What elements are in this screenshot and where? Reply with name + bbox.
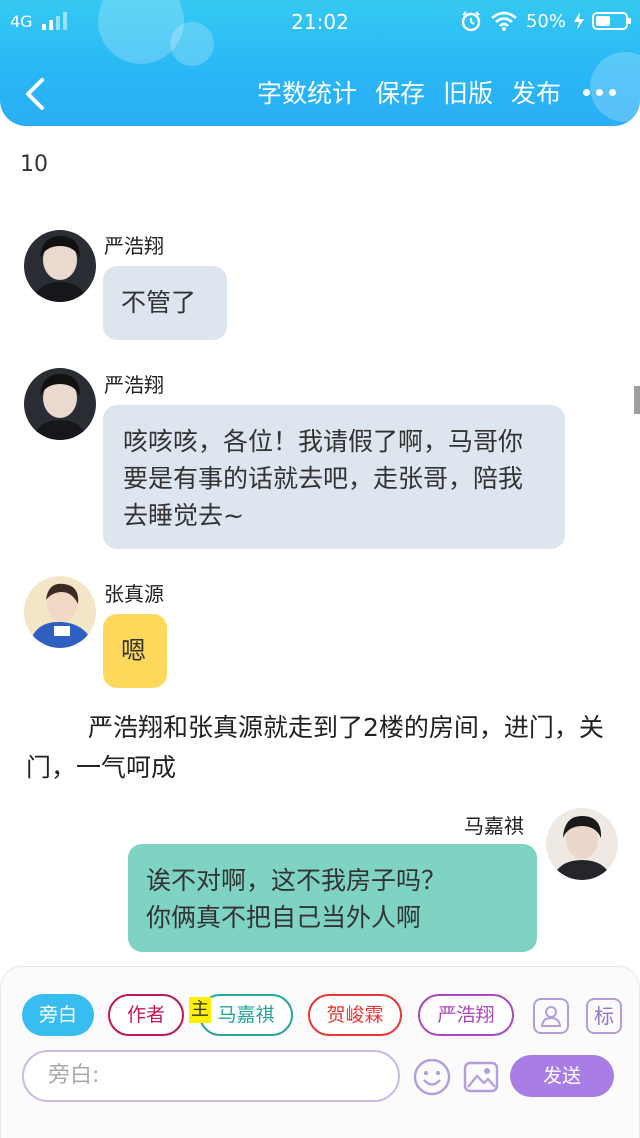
avatar[interactable] [24, 576, 96, 648]
role-chip-yan-haoxiang[interactable]: 严浩翔 [418, 994, 514, 1036]
avatar-image [546, 808, 618, 880]
battery-icon [592, 12, 631, 30]
narration-text: 严浩翔和张真源就走到了2楼的房间，进门，关门，一气呵成 [26, 713, 604, 782]
save-button[interactable]: 保存 [375, 74, 425, 110]
chapter-counter: 10 [20, 152, 48, 177]
avatar[interactable] [24, 368, 96, 440]
message-input[interactable]: 旁白: [22, 1050, 400, 1102]
message-bubble: 不管了 [103, 266, 227, 340]
wifi-icon [491, 11, 517, 31]
person-add-icon [540, 1006, 562, 1027]
send-button[interactable]: 发送 [510, 1055, 614, 1097]
header-actions: 字数统计 保存 旧版 发布 [257, 74, 620, 110]
emoji-button[interactable] [413, 1058, 451, 1096]
tag-button[interactable]: 标 [586, 998, 622, 1034]
scrollbar[interactable] [634, 386, 640, 414]
message-bubble: 诶不对啊，这不我房子吗？ 你俩真不把自己当外人啊 [128, 844, 537, 952]
old-version-button[interactable]: 旧版 [443, 74, 493, 110]
word-count-button[interactable]: 字数统计 [257, 74, 357, 110]
back-button[interactable] [20, 74, 54, 114]
battery-percent: 50% [525, 10, 566, 32]
role-chip-ma-jiaqi[interactable]: 马嘉祺 [199, 994, 293, 1036]
main-character-tag[interactable]: 主 [189, 997, 211, 1023]
role-chip-narrator[interactable]: 旁白 [22, 994, 94, 1036]
avatar-image [24, 230, 96, 302]
alarm-icon [461, 11, 481, 32]
image-icon [463, 1061, 499, 1093]
sender-name: 严浩翔 [104, 373, 164, 397]
message-bubble: 咳咳咳，各位！我请假了啊，马哥你要是有事的话就去吧，走张哥，陪我去睡觉去~ [103, 405, 565, 549]
status-bar: 4G 21:02 50% [0, 0, 640, 44]
avatar[interactable] [24, 230, 96, 302]
header-bar: 4G 21:02 50% 字数统计 保存 旧版 发布 [0, 0, 640, 126]
more-options-button[interactable] [579, 88, 620, 96]
message-bubble: 嗯 [103, 614, 167, 688]
status-right: 50% [460, 10, 631, 32]
sender-name: 严浩翔 [104, 234, 164, 258]
image-button[interactable] [462, 1058, 500, 1096]
avatar[interactable] [546, 808, 618, 880]
avatar-image [24, 368, 96, 440]
sender-name: 马嘉祺 [464, 814, 524, 838]
role-chip-author[interactable]: 作者 [108, 994, 184, 1036]
avatar-image [24, 576, 96, 648]
role-chip-he-junlin[interactable]: 贺峻霖 [308, 994, 402, 1036]
publish-button[interactable]: 发布 [511, 74, 561, 110]
add-character-button[interactable] [533, 998, 569, 1034]
smiley-icon [413, 1058, 451, 1096]
sender-name: 张真源 [104, 582, 164, 606]
charging-icon [574, 12, 584, 30]
chevron-left-icon [26, 78, 44, 110]
